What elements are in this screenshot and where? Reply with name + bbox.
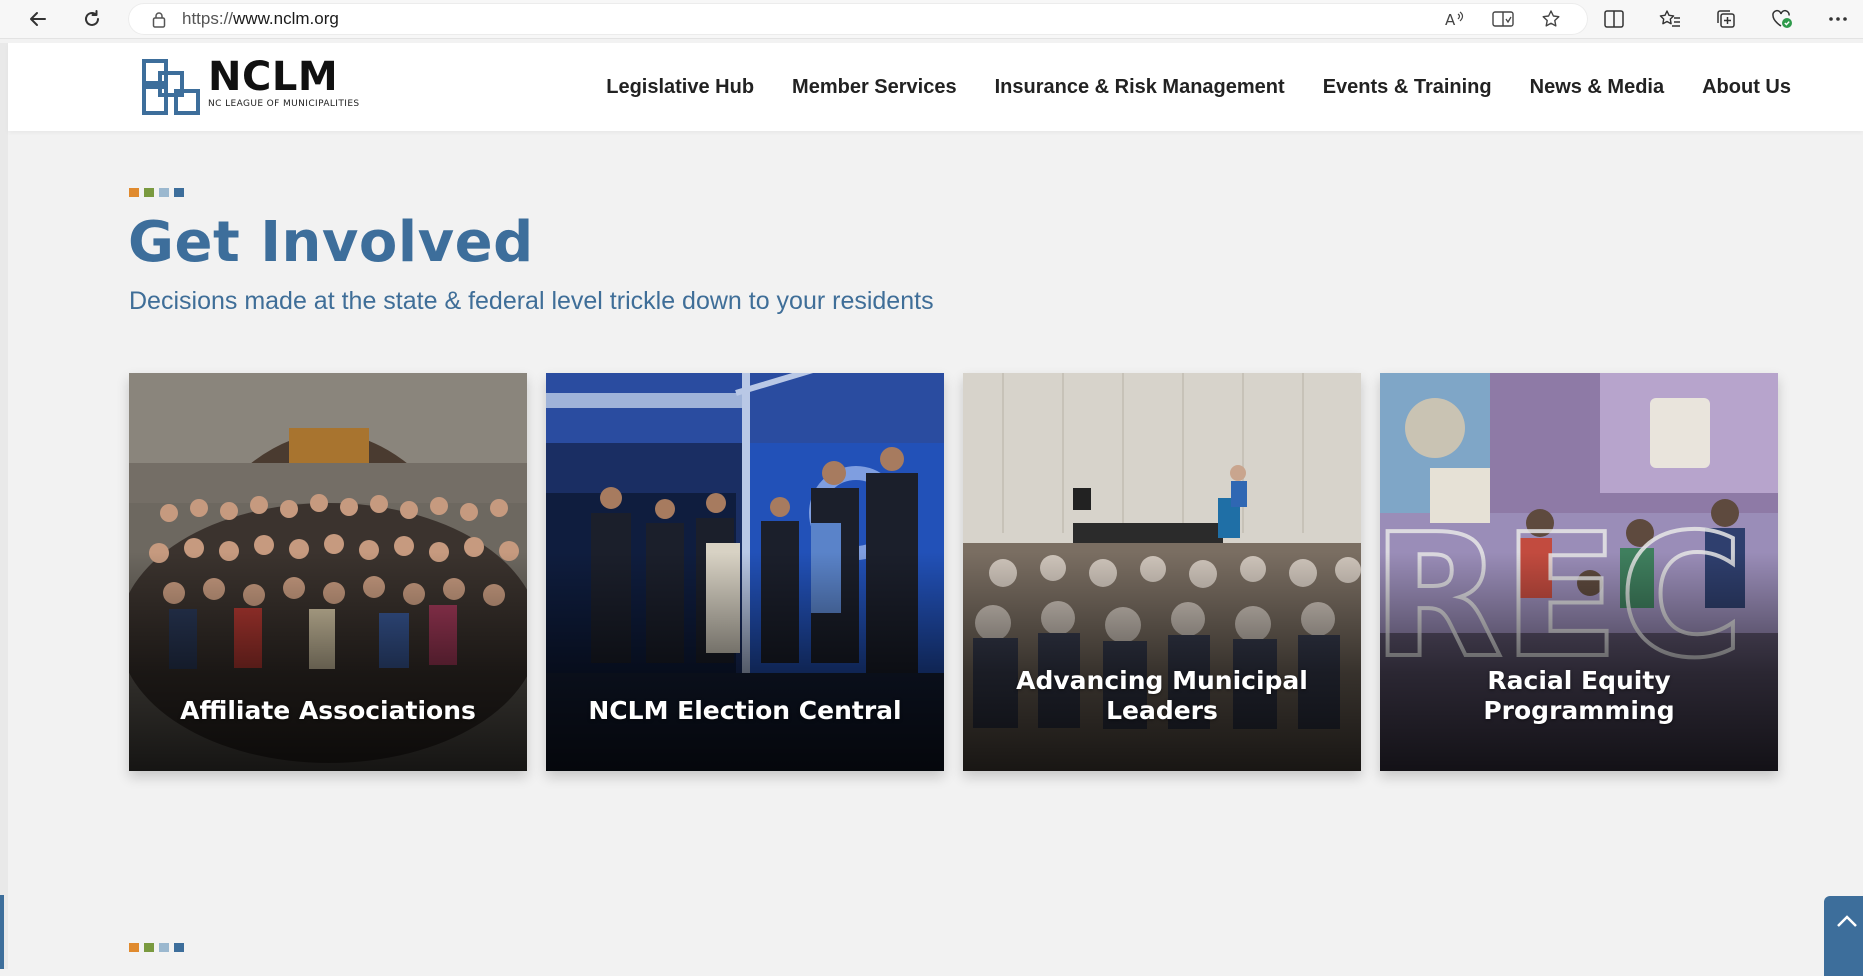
nav-legislative-hub[interactable]: Legislative Hub bbox=[606, 76, 754, 99]
scroll-to-top-button[interactable] bbox=[1824, 896, 1863, 976]
card-affiliate-associations[interactable]: Affiliate Associations bbox=[129, 373, 527, 771]
section-subtitle: Decisions made at the state & federal le… bbox=[129, 287, 934, 315]
read-aloud-icon[interactable]: A bbox=[1442, 6, 1468, 32]
nav-news-media[interactable]: News & Media bbox=[1530, 76, 1664, 99]
collections-icon[interactable] bbox=[1712, 5, 1740, 33]
chevron-up-icon bbox=[1836, 915, 1857, 927]
dot-green bbox=[144, 188, 154, 197]
back-icon[interactable] bbox=[18, 3, 58, 35]
main-nav: Legislative Hub Member Services Insuranc… bbox=[606, 43, 1791, 131]
url-text[interactable]: https://www.nclm.org bbox=[182, 9, 339, 29]
get-involved-cards: Affiliate Associations NCLM Election Cen… bbox=[129, 373, 1778, 771]
card-shade bbox=[963, 552, 1361, 771]
logo-name: NCLM bbox=[208, 54, 339, 100]
dot-light-blue bbox=[159, 943, 169, 952]
nclm-logo[interactable]: NCLM NC LEAGUE OF MUNICIPALITIES bbox=[140, 57, 360, 117]
url-scheme: https:// bbox=[182, 9, 234, 28]
card-shade bbox=[129, 552, 527, 771]
card-title: Affiliate Associations bbox=[180, 696, 476, 725]
card-title: Racial Equity Programming bbox=[1483, 666, 1675, 725]
dot-blue bbox=[174, 188, 184, 197]
card-title: NCLM Election Central bbox=[588, 696, 902, 725]
url-host: www.nclm.org bbox=[233, 9, 339, 28]
reload-icon[interactable] bbox=[72, 3, 112, 35]
address-bar[interactable]: https://www.nclm.org A bbox=[128, 3, 1588, 35]
nav-about-us[interactable]: About Us bbox=[1702, 76, 1791, 99]
svg-text:A: A bbox=[1445, 11, 1456, 28]
dot-orange bbox=[129, 943, 139, 952]
card-racial-equity-programming[interactable]: REC Racial Equity Programming bbox=[1380, 373, 1778, 771]
card-title: Advancing Municipal Leaders bbox=[1016, 666, 1308, 725]
side-feedback-tab[interactable] bbox=[0, 895, 4, 969]
nav-insurance-risk-management[interactable]: Insurance & Risk Management bbox=[995, 76, 1285, 99]
section-dots-decoration bbox=[129, 188, 184, 197]
nav-member-services[interactable]: Member Services bbox=[792, 76, 957, 99]
card-advancing-municipal-leaders[interactable]: Advancing Municipal Leaders bbox=[963, 373, 1361, 771]
favorites-icon[interactable] bbox=[1656, 5, 1684, 33]
immersive-reader-icon[interactable] bbox=[1490, 6, 1516, 32]
card-shade bbox=[1380, 552, 1778, 771]
lock-icon[interactable] bbox=[150, 10, 168, 28]
card-nclm-election-central[interactable]: NCLM Election Central bbox=[546, 373, 944, 771]
site-header: NCLM NC LEAGUE OF MUNICIPALITIES Legisla… bbox=[8, 43, 1863, 131]
dot-blue bbox=[174, 943, 184, 952]
favorite-star-icon[interactable] bbox=[1538, 6, 1564, 32]
split-screen-icon[interactable] bbox=[1600, 5, 1628, 33]
card-shade bbox=[546, 552, 944, 771]
logo-squares-icon bbox=[142, 59, 200, 115]
page-left-edge bbox=[0, 43, 8, 969]
browser-essentials-icon[interactable] bbox=[1768, 5, 1796, 33]
dot-green bbox=[144, 943, 154, 952]
browser-toolbar: https://www.nclm.org A bbox=[0, 0, 1863, 39]
section-title: Get Involved bbox=[128, 210, 534, 275]
logo-subtitle: NC LEAGUE OF MUNICIPALITIES bbox=[208, 99, 360, 109]
more-icon[interactable] bbox=[1824, 5, 1852, 33]
dot-light-blue bbox=[159, 188, 169, 197]
nav-events-training[interactable]: Events & Training bbox=[1323, 76, 1492, 99]
dot-orange bbox=[129, 188, 139, 197]
section-dots-decoration-2 bbox=[129, 943, 184, 952]
